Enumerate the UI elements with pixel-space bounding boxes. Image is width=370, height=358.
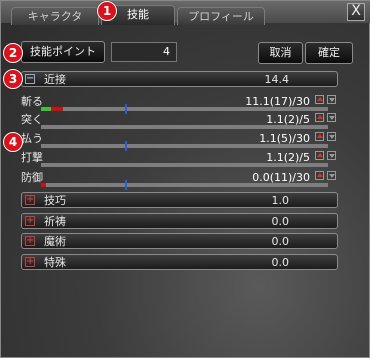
category-label: 祈祷: [44, 215, 66, 228]
skill-points-button[interactable]: 技能ポイント: [21, 41, 105, 63]
category-magic[interactable]: + 魔術 0.0: [21, 233, 338, 249]
raise-arrow-icon[interactable]: [315, 171, 324, 180]
skill-row-slash: 斬る 11.1(17)/30: [21, 95, 338, 114]
category-prayer[interactable]: + 祈祷 0.0: [21, 213, 338, 229]
tab-character[interactable]: キャラクタ: [11, 7, 99, 25]
raise-arrow-icon[interactable]: [315, 132, 324, 141]
skill-row-sweep: 払う 1.1(5)/30: [21, 132, 338, 151]
raise-arrow-icon[interactable]: [315, 95, 324, 104]
expand-icon[interactable]: +: [25, 236, 35, 246]
skill-name: 斬る: [21, 95, 43, 108]
callout-badge-3: 3: [3, 69, 23, 89]
lower-arrow-icon[interactable]: [327, 151, 336, 160]
lower-arrow-icon[interactable]: [327, 132, 336, 141]
skill-value: 1.1(5)/30: [259, 132, 310, 145]
skill-name: 打撃: [21, 151, 43, 164]
category-melee[interactable]: − 近接 14.4: [21, 71, 338, 87]
expand-icon[interactable]: +: [25, 216, 35, 226]
skill-row-strike: 打撃 1.1(2)/5: [21, 151, 338, 168]
skill-name: 突く: [21, 113, 43, 126]
callout-badge-2: 2: [3, 43, 23, 63]
collapse-icon[interactable]: −: [25, 74, 35, 84]
category-label: 特殊: [44, 256, 66, 269]
skill-value: 0.0(11)/30: [252, 171, 310, 184]
confirm-button[interactable]: 確定: [305, 42, 353, 64]
skill-cap-marker: [125, 180, 127, 190]
category-value: 0.0: [271, 235, 290, 248]
skill-value: 1.1(2)/5: [266, 113, 310, 126]
close-icon[interactable]: X: [347, 3, 365, 21]
callout-badge-1: 1: [97, 1, 117, 21]
category-technique[interactable]: + 技巧 1.0: [21, 192, 338, 208]
expand-icon[interactable]: +: [25, 195, 35, 205]
lower-arrow-icon[interactable]: [327, 113, 336, 122]
skill-points-value: 4: [111, 42, 177, 62]
skill-progress-fill: [41, 183, 46, 187]
category-value: 14.4: [264, 73, 290, 86]
skill-value: 11.1(17)/30: [245, 95, 310, 108]
raise-arrow-icon[interactable]: [315, 113, 324, 122]
category-value: 1.0: [271, 194, 290, 207]
expand-icon[interactable]: +: [25, 257, 35, 267]
category-label: 近接: [44, 73, 66, 86]
raise-arrow-icon[interactable]: [315, 151, 324, 160]
category-value: 0.0: [271, 256, 290, 269]
skill-progress-fill: [41, 107, 63, 111]
category-label: 魔術: [44, 235, 66, 248]
skill-row-thrust: 突く 1.1(2)/5: [21, 113, 338, 130]
lower-arrow-icon[interactable]: [327, 171, 336, 180]
skill-name: 防御: [21, 171, 43, 184]
skill-cap-marker: [125, 141, 127, 151]
skill-value: 1.1(2)/5: [266, 151, 310, 164]
category-value: 0.0: [271, 215, 290, 228]
skill-window: キャラクタ 技能 プロフィール X 1 2 3 4 技能ポイント 4 取消 確定…: [0, 0, 370, 358]
category-label: 技巧: [44, 194, 66, 207]
skill-name: 払う: [21, 132, 43, 145]
skill-row-defense: 防御 0.0(11)/30: [21, 171, 338, 190]
category-special[interactable]: + 特殊 0.0: [21, 254, 338, 270]
cancel-button[interactable]: 取消: [258, 42, 303, 64]
callout-badge-4: 4: [3, 132, 23, 152]
lower-arrow-icon[interactable]: [327, 95, 336, 104]
tab-profile[interactable]: プロフィール: [177, 7, 265, 25]
